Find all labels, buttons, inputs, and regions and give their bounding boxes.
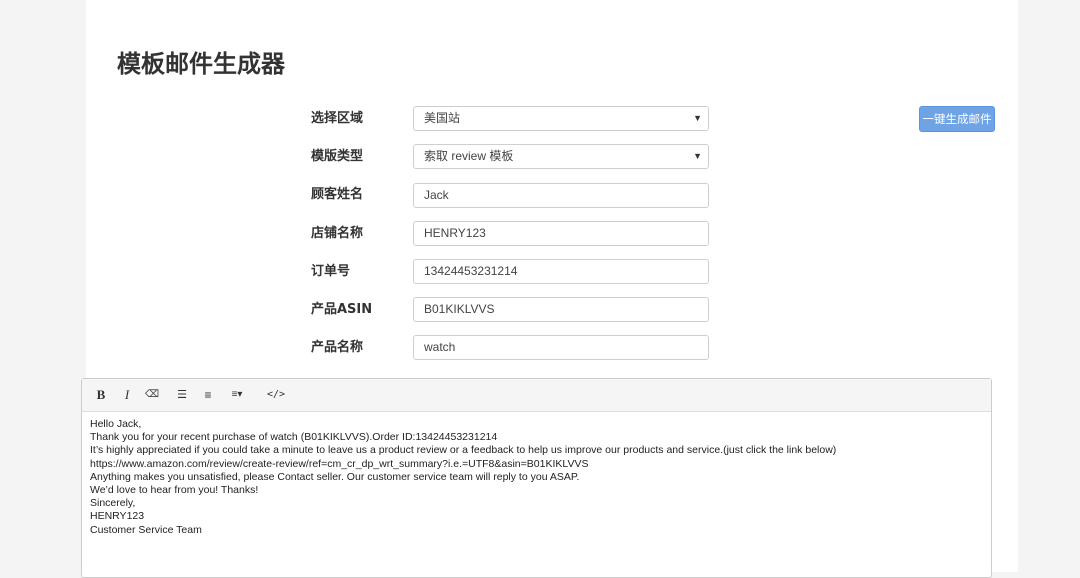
email-line: Anything makes you unsatisfied, please C… — [90, 470, 580, 483]
product-name-input[interactable]: watch — [413, 335, 709, 360]
region-select[interactable]: 美国站 ▼ — [413, 106, 709, 131]
customer-name-input[interactable]: Jack — [413, 183, 709, 208]
unordered-list-icon[interactable]: ☰ — [174, 385, 190, 405]
template-type-label: 模版类型 — [311, 149, 364, 164]
template-type-select[interactable]: 索取 review 模板 ▼ — [413, 144, 709, 169]
ordered-list-icon[interactable]: ≡ — [200, 385, 216, 405]
code-view-icon[interactable]: </> — [266, 385, 286, 405]
store-name-label: 店铺名称 — [311, 226, 364, 241]
region-label: 选择区域 — [311, 111, 364, 126]
chevron-down-icon: ▼ — [693, 151, 702, 161]
store-name-input[interactable]: HENRY123 — [413, 221, 709, 246]
editor-toolbar: B I ⌫ ☰ ≡ ≡▾ </> — [82, 379, 991, 412]
email-line: Customer Service Team — [90, 523, 202, 536]
asin-label: 产品ASIN — [311, 302, 373, 317]
email-line: Thank you for your recent purchase of wa… — [90, 431, 498, 444]
email-line: HENRY123 — [90, 510, 145, 523]
email-line: https://www.amazon.com/review/create-rev… — [90, 457, 589, 470]
email-line: Hello Jack, — [90, 418, 142, 430]
chevron-down-icon: ▼ — [693, 113, 702, 123]
generate-email-button[interactable]: 一键生成邮件 — [919, 106, 995, 132]
order-number-label: 订单号 — [311, 264, 351, 279]
bold-button[interactable]: B — [94, 385, 108, 405]
asin-input[interactable]: B01KIKLVVS — [413, 297, 709, 322]
email-line: It’s highly appreciated if you could tak… — [90, 444, 837, 457]
customer-name-label: 顾客姓名 — [311, 187, 364, 202]
email-line: We’d love to hear from you! Thanks! — [90, 484, 259, 497]
order-number-input[interactable]: 13424453231214 — [413, 259, 709, 284]
align-dropdown-icon[interactable]: ≡▾ — [226, 385, 248, 405]
template-type-select-value: 索取 review 模板 — [424, 149, 514, 163]
eraser-icon[interactable]: ⌫ — [144, 385, 160, 405]
email-line: Sincerely, — [90, 497, 136, 510]
italic-button[interactable]: I — [120, 385, 134, 405]
region-select-value: 美国站 — [424, 111, 461, 125]
page-title: 模板邮件生成器 — [117, 50, 285, 78]
email-body[interactable]: Hello Jack, Thank you for your recent pu… — [82, 412, 991, 543]
email-editor: B I ⌫ ☰ ≡ ≡▾ </> Hello Jack, Thank you f… — [81, 378, 992, 578]
product-name-label: 产品名称 — [311, 340, 364, 355]
